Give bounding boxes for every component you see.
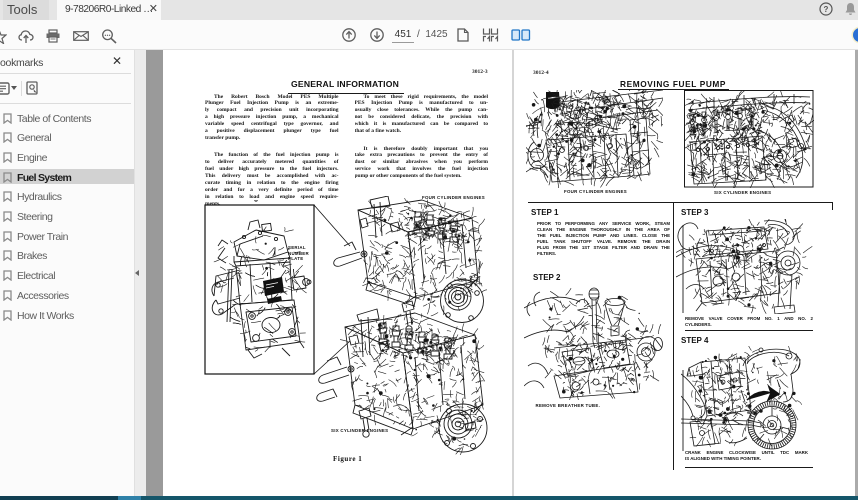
svg-text:?: ?: [824, 5, 829, 14]
